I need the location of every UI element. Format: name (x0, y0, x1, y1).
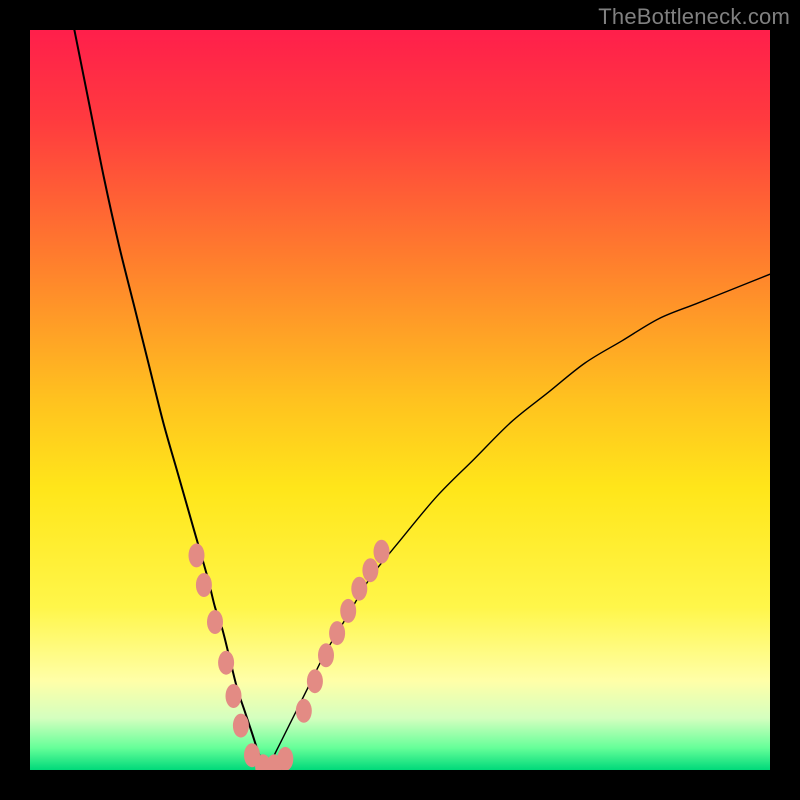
data-marker (233, 714, 249, 738)
data-marker (362, 558, 378, 582)
plot-area (30, 30, 770, 770)
chart-frame: TheBottleneck.com (0, 0, 800, 800)
watermark-text: TheBottleneck.com (598, 4, 790, 30)
data-marker (296, 699, 312, 723)
data-marker (329, 621, 345, 645)
chart-svg (30, 30, 770, 770)
data-marker (374, 540, 390, 564)
data-marker (277, 747, 293, 770)
data-marker (318, 643, 334, 667)
data-marker (196, 573, 212, 597)
data-marker (218, 651, 234, 675)
data-marker (307, 669, 323, 693)
data-marker (340, 599, 356, 623)
gradient-background (30, 30, 770, 770)
data-marker (189, 543, 205, 567)
data-marker (226, 684, 242, 708)
data-marker (351, 577, 367, 601)
data-marker (207, 610, 223, 634)
